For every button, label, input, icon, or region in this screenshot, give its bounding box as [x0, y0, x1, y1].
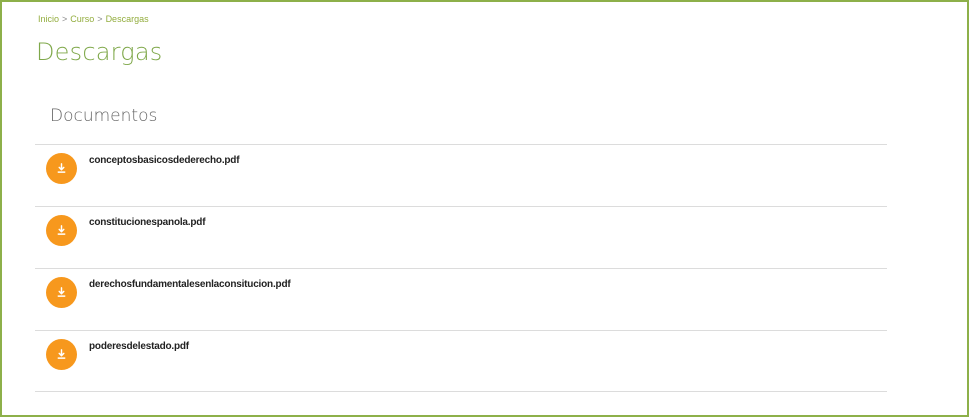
list-item: conceptosbasicosdederecho.pdf: [35, 144, 887, 206]
list-item: poderesdelestado.pdf: [35, 330, 887, 392]
breadcrumb-separator: >: [62, 14, 68, 24]
page-title: Descargas: [36, 38, 163, 66]
download-icon: [57, 287, 66, 297]
download-button[interactable]: [46, 277, 77, 308]
file-list: conceptosbasicosdederecho.pdf constituci…: [35, 144, 887, 392]
file-link[interactable]: derechosfundamentalesenlaconsitucion.pdf: [89, 279, 291, 290]
breadcrumb: Inicio > Curso > Descargas: [38, 14, 149, 24]
download-icon: [57, 349, 66, 359]
file-link[interactable]: constitucionespanola.pdf: [89, 217, 206, 228]
download-button[interactable]: [46, 215, 77, 246]
download-icon: [57, 225, 66, 235]
list-item: derechosfundamentalesenlaconsitucion.pdf: [35, 268, 887, 330]
file-link[interactable]: conceptosbasicosdederecho.pdf: [89, 155, 240, 166]
breadcrumb-separator: >: [97, 14, 103, 24]
download-button[interactable]: [46, 153, 77, 184]
breadcrumb-link-curso[interactable]: Curso: [70, 14, 94, 24]
breadcrumb-current: Descargas: [105, 14, 149, 24]
list-item: constitucionespanola.pdf: [35, 206, 887, 268]
download-icon: [57, 163, 66, 173]
breadcrumb-link-inicio[interactable]: Inicio: [38, 14, 59, 24]
file-link[interactable]: poderesdelestado.pdf: [89, 341, 189, 352]
download-button[interactable]: [46, 339, 77, 370]
section-title: Documentos: [50, 106, 158, 126]
